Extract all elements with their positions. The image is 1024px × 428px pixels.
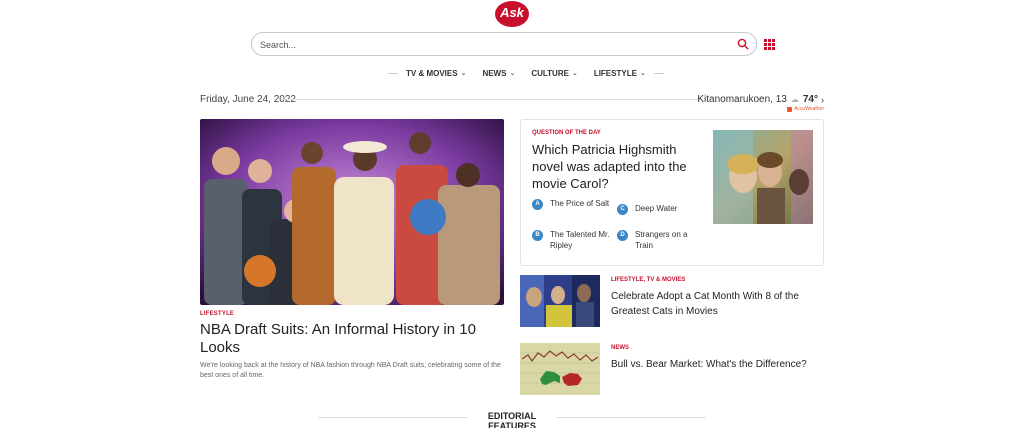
search-icon[interactable] xyxy=(737,38,749,50)
article-category[interactable]: NEWS xyxy=(611,345,629,351)
article-thumbnail[interactable] xyxy=(520,343,600,395)
apps-grid-icon[interactable] xyxy=(764,39,775,50)
qotd-option-c[interactable]: C Deep Water xyxy=(617,203,697,215)
option-text: Deep Water xyxy=(635,204,678,213)
weather-temp: 74° xyxy=(802,94,818,105)
nav-label: NEWS xyxy=(482,68,507,78)
chevron-right-icon: › xyxy=(821,94,824,105)
cats-movie-thumbnail xyxy=(520,275,600,327)
cloud-icon: ☁ xyxy=(790,95,799,104)
hero-title[interactable]: NBA Draft Suits: An Informal History in … xyxy=(200,321,500,357)
qotd-option-a[interactable]: A The Price of Salt xyxy=(532,198,612,210)
nav-label: LIFESTYLE xyxy=(593,68,637,78)
section-title: EDITORIAL FEATURES xyxy=(468,411,556,428)
search-bar xyxy=(251,32,757,56)
qotd-option-d[interactable]: D Strangers on a Train xyxy=(617,229,697,251)
nav-divider xyxy=(653,72,664,74)
option-letter-badge: B xyxy=(532,230,543,241)
nav-item-tv-movies[interactable]: TV & MOVIES ⌄ xyxy=(406,69,466,78)
nav-divider xyxy=(388,72,398,74)
hero-category[interactable]: LIFESTYLE xyxy=(200,311,234,317)
carol-movie-image xyxy=(713,130,813,224)
main-nav: TV & MOVIES ⌄ NEWS ⌄ CULTURE ⌄ LIFESTYLE ⌄ xyxy=(388,66,664,80)
article-thumbnail[interactable] xyxy=(520,275,600,327)
qotd-option-b[interactable]: B The Talented Mr. Ripley xyxy=(532,229,612,251)
article-card[interactable]: LIFESTYLE, TV & MOVIES Celebrate Adopt a… xyxy=(520,275,824,327)
ask-logo[interactable]: Ask xyxy=(494,0,530,28)
option-letter-badge: C xyxy=(617,204,628,215)
option-text: The Talented Mr. Ripley xyxy=(550,230,610,250)
bull-bear-thumbnail xyxy=(520,343,600,395)
article-card[interactable]: NEWS Bull vs. Bear Market: What's the Di… xyxy=(520,343,824,395)
qotd-question: Which Patricia Highsmith novel was adapt… xyxy=(532,142,687,191)
article-title[interactable]: Celebrate Adopt a Cat Month With 8 of th… xyxy=(611,289,824,319)
option-letter-badge: A xyxy=(532,199,543,210)
carol-still-image xyxy=(713,130,813,224)
logo-text: Ask xyxy=(500,5,524,20)
accuweather-credit[interactable]: AccuWeather xyxy=(787,106,824,112)
hero-image[interactable] xyxy=(200,119,504,305)
chevron-down-icon: ⌄ xyxy=(639,70,646,77)
question-of-the-day-card: QUESTION OF THE DAY Which Patricia Highs… xyxy=(520,119,824,266)
nav-item-news[interactable]: NEWS ⌄ xyxy=(482,69,515,78)
option-text: Strangers on a Train xyxy=(635,230,688,250)
accuweather-icon xyxy=(787,106,793,112)
accuweather-label: AccuWeather xyxy=(794,106,824,112)
search-input[interactable] xyxy=(260,36,720,53)
weather-widget[interactable]: Kitanomarukoen, 13 ☁ 74° › xyxy=(697,94,824,105)
date-divider xyxy=(282,99,702,100)
option-text: The Price of Salt xyxy=(550,199,610,208)
nav-label: CULTURE xyxy=(531,68,569,78)
nav-label: TV & MOVIES xyxy=(406,68,458,78)
nav-item-lifestyle[interactable]: LIFESTYLE ⌄ xyxy=(594,69,646,78)
chevron-down-icon: ⌄ xyxy=(509,70,516,77)
qotd-label: QUESTION OF THE DAY xyxy=(532,130,601,136)
chevron-down-icon: ⌄ xyxy=(571,70,578,77)
hero-description: We're looking back at the history of NBA… xyxy=(200,362,501,379)
chevron-down-icon: ⌄ xyxy=(460,70,467,77)
article-title[interactable]: Bull vs. Bear Market: What's the Differe… xyxy=(611,357,824,372)
nav-item-culture[interactable]: CULTURE ⌄ xyxy=(531,69,578,78)
editorial-features-heading: EDITORIAL FEATURES xyxy=(0,411,1024,428)
nba-draft-photo xyxy=(200,119,504,305)
weather-location: Kitanomarukoen, 13 xyxy=(697,94,787,105)
article-category[interactable]: LIFESTYLE, TV & MOVIES xyxy=(611,277,685,283)
option-letter-badge: D xyxy=(617,230,628,241)
